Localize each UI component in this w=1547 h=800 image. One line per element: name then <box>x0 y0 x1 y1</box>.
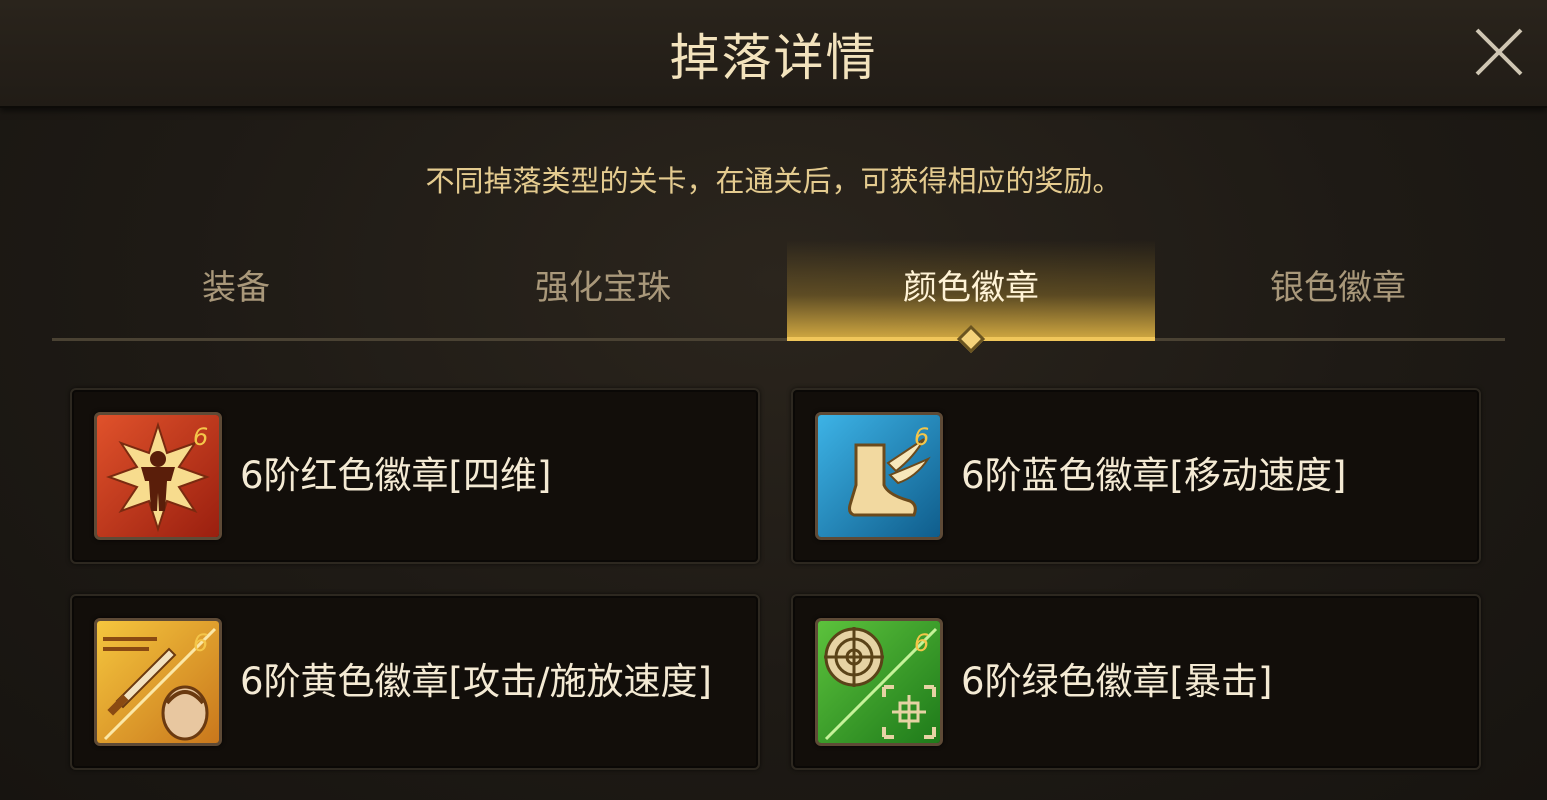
tab-divider <box>52 338 1505 341</box>
list-item-red-badge[interactable]: 6 6阶红色徽章[四维] <box>70 388 760 564</box>
close-icon <box>1475 28 1523 76</box>
close-button[interactable] <box>1473 26 1525 78</box>
list-item-blue-badge[interactable]: 6 6阶蓝色徽章[移动速度] <box>791 388 1481 564</box>
tab-enhancement-orbs[interactable]: 强化宝珠 <box>419 240 787 340</box>
tab-equipment[interactable]: 装备 <box>52 240 420 340</box>
category-tabs: 装备 强化宝珠 颜色徽章 银色徽章 <box>52 240 1505 354</box>
tab-silver-badges[interactable]: 银色徽章 <box>1154 240 1522 340</box>
green-badge-icon: 6 <box>815 618 943 746</box>
dialog-title: 掉落详情 <box>669 29 878 87</box>
item-label: 6阶红色徽章[四维] <box>240 454 552 497</box>
list-item-green-badge[interactable]: 6 6阶绿色徽章[暴击] <box>791 594 1481 770</box>
svg-text:6: 6 <box>193 423 208 451</box>
title-bar: 掉落详情 <box>0 0 1547 108</box>
list-item-yellow-badge[interactable]: 6 6阶黄色徽章[攻击/施放速度] <box>70 594 760 770</box>
blue-badge-icon: 6 <box>815 412 943 540</box>
item-label: 6阶黄色徽章[攻击/施放速度] <box>240 660 712 703</box>
svg-text:6: 6 <box>193 629 208 657</box>
svg-text:6: 6 <box>914 629 929 657</box>
yellow-badge-icon: 6 <box>94 618 222 746</box>
item-label: 6阶蓝色徽章[移动速度] <box>961 454 1347 497</box>
red-badge-icon: 6 <box>94 412 222 540</box>
svg-text:6: 6 <box>914 423 929 451</box>
dialog-description: 不同掉落类型的关卡，在通关后，可获得相应的奖励。 <box>425 164 1122 198</box>
drop-details-dialog: 掉落详情 不同掉落类型的关卡，在通关后，可获得相应的奖励。 装备 强化宝珠 颜色… <box>0 0 1547 800</box>
item-label: 6阶绿色徽章[暴击] <box>961 660 1273 703</box>
